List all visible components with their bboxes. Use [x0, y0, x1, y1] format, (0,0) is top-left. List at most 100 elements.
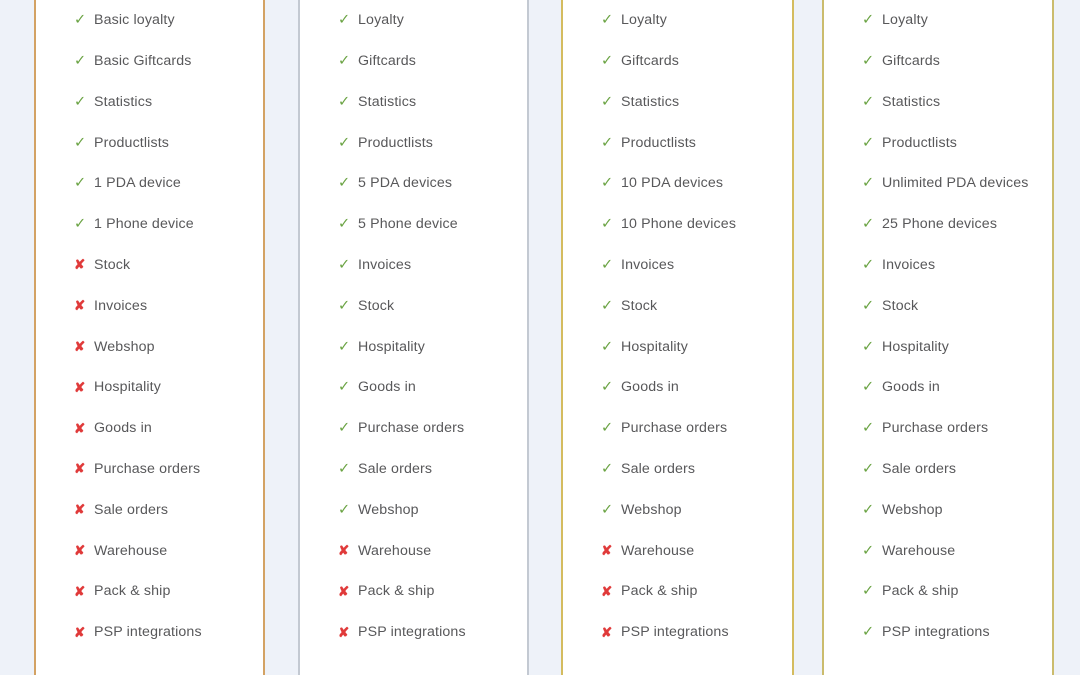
feature-label: Warehouse [94, 542, 168, 559]
check-icon: ✓ [338, 93, 351, 110]
check-icon: ✓ [862, 420, 875, 437]
feature-row: ✓ Statistics [338, 82, 529, 123]
feature-list: ✓ Basic loyalty ✓ Basic Giftcards ✓ Statistic… [34, 0, 265, 653]
feature-row: ✘ Warehouse [74, 530, 265, 571]
cross-icon: ✘ [74, 461, 86, 477]
feature-row: ✓ Productlists [74, 122, 265, 163]
feature-label: Stock [882, 297, 919, 314]
cross-icon: ✘ [74, 379, 86, 395]
check-icon: ✓ [862, 52, 875, 69]
plan-card-2[interactable]: ✓ Loyalty ✓ Giftcards ✓ Statistics ✓ Productlis… [298, 0, 529, 675]
feature-label: Sale orders [621, 461, 696, 478]
feature-label: Hospitality [94, 379, 162, 396]
feature-label: Statistics [882, 93, 941, 110]
feature-row: ✓ Productlists [862, 122, 1054, 163]
feature-row: ✓ Statistics [601, 82, 794, 123]
check-icon: ✓ [338, 460, 351, 477]
feature-row: ✓ Unlimited PDA devices [862, 163, 1054, 204]
feature-label: Hospitality [621, 338, 689, 355]
feature-label: 10 Phone devices [621, 216, 737, 233]
check-icon: ✓ [338, 379, 351, 396]
feature-row: ✘ Pack & ship [338, 571, 529, 612]
feature-row: ✓ Hospitality [338, 326, 529, 367]
check-icon: ✓ [601, 501, 614, 518]
feature-label: Webshop [94, 338, 155, 355]
plan-card-3[interactable]: ✓ Loyalty ✓ Giftcards ✓ Statistics ✓ Productlis… [561, 0, 794, 675]
feature-label: Pack & ship [621, 583, 698, 600]
check-icon: ✓ [601, 175, 614, 192]
feature-row: ✓ Webshop [601, 490, 794, 531]
feature-label: Goods in [621, 379, 679, 396]
feature-label: Webshop [621, 501, 682, 518]
feature-row: ✓ Hospitality [601, 326, 794, 367]
plan-card-1[interactable]: ✓ Basic loyalty ✓ Basic Giftcards ✓ Statistic… [34, 0, 265, 675]
feature-row: ✘ Warehouse [601, 530, 794, 571]
check-icon: ✓ [862, 134, 875, 151]
check-icon: ✓ [862, 338, 875, 355]
feature-row: ✘ Webshop [74, 326, 265, 367]
cross-icon: ✘ [74, 257, 86, 273]
feature-row: ✓ Statistics [862, 82, 1054, 123]
check-icon: ✓ [74, 134, 87, 151]
feature-label: Stock [94, 257, 131, 274]
feature-label: Invoices [358, 257, 412, 274]
plan-gutter [529, 0, 561, 675]
feature-label: Giftcards [358, 53, 417, 70]
check-icon: ✓ [74, 93, 87, 110]
feature-label: Statistics [358, 93, 417, 110]
feature-row: ✓ Giftcards [601, 41, 794, 82]
feature-label: PSP integrations [882, 624, 990, 641]
feature-label: 1 Phone device [94, 216, 194, 233]
feature-label: Warehouse [882, 542, 956, 559]
feature-row: ✓ 10 PDA devices [601, 163, 794, 204]
cross-icon: ✘ [74, 420, 86, 436]
feature-list: ✓ Loyalty ✓ Giftcards ✓ Statistics ✓ Productlis… [822, 0, 1054, 653]
feature-label: Giftcards [621, 53, 680, 70]
check-icon: ✓ [74, 12, 87, 29]
check-icon: ✓ [862, 93, 875, 110]
check-icon: ✓ [338, 297, 351, 314]
feature-label: Productlists [882, 134, 958, 151]
feature-label: Purchase orders [621, 420, 728, 437]
plan-card-row: ✓ Basic loyalty ✓ Basic Giftcards ✓ Statistic… [0, 0, 1080, 675]
cross-icon: ✘ [338, 543, 350, 558]
feature-list: ✓ Loyalty ✓ Giftcards ✓ Statistics ✓ Productlis… [298, 0, 529, 653]
check-icon: ✓ [862, 297, 875, 314]
check-icon: ✓ [601, 460, 614, 477]
feature-label: Productlists [94, 134, 170, 151]
feature-label: 1 PDA device [94, 175, 181, 192]
check-icon: ✓ [862, 501, 875, 518]
feature-row: ✓ Stock [338, 286, 529, 327]
feature-row: ✓ 25 Phone devices [862, 204, 1054, 245]
feature-label: Sale orders [358, 461, 433, 478]
feature-row: ✓ Basic Giftcards [74, 41, 265, 82]
check-icon: ✓ [338, 420, 351, 437]
cross-icon: ✘ [74, 502, 86, 518]
feature-row: ✘ Pack & ship [74, 571, 265, 612]
check-icon: ✓ [338, 175, 351, 192]
feature-row: ✓ Productlists [601, 122, 794, 163]
feature-list: ✓ Loyalty ✓ Giftcards ✓ Statistics ✓ Productlis… [561, 0, 794, 653]
feature-label: Webshop [882, 501, 943, 518]
feature-label: Goods in [882, 379, 940, 396]
check-icon: ✓ [601, 216, 614, 233]
plan-card-4[interactable]: ✓ Loyalty ✓ Giftcards ✓ Statistics ✓ Productlis… [822, 0, 1054, 675]
feature-row: ✓ 10 Phone devices [601, 204, 794, 245]
feature-row: ✘ PSP integrations [338, 612, 529, 653]
check-icon: ✓ [338, 52, 351, 69]
plan-gutter [794, 0, 822, 675]
check-icon: ✓ [338, 338, 351, 355]
feature-row: ✘ Goods in [74, 408, 265, 449]
feature-label: Goods in [94, 420, 152, 437]
feature-label: Sale orders [94, 501, 169, 518]
feature-label: Goods in [358, 379, 416, 396]
feature-label: Purchase orders [94, 461, 201, 478]
check-icon: ✓ [862, 379, 875, 396]
check-icon: ✓ [74, 175, 87, 192]
feature-row: ✓ 1 PDA device [74, 163, 265, 204]
feature-row: ✓ 5 PDA devices [338, 163, 529, 204]
cross-icon: ✘ [74, 339, 86, 355]
feature-label: Unlimited PDA devices [882, 175, 1029, 192]
check-icon: ✓ [338, 501, 351, 518]
feature-row: ✓ Purchase orders [601, 408, 794, 449]
